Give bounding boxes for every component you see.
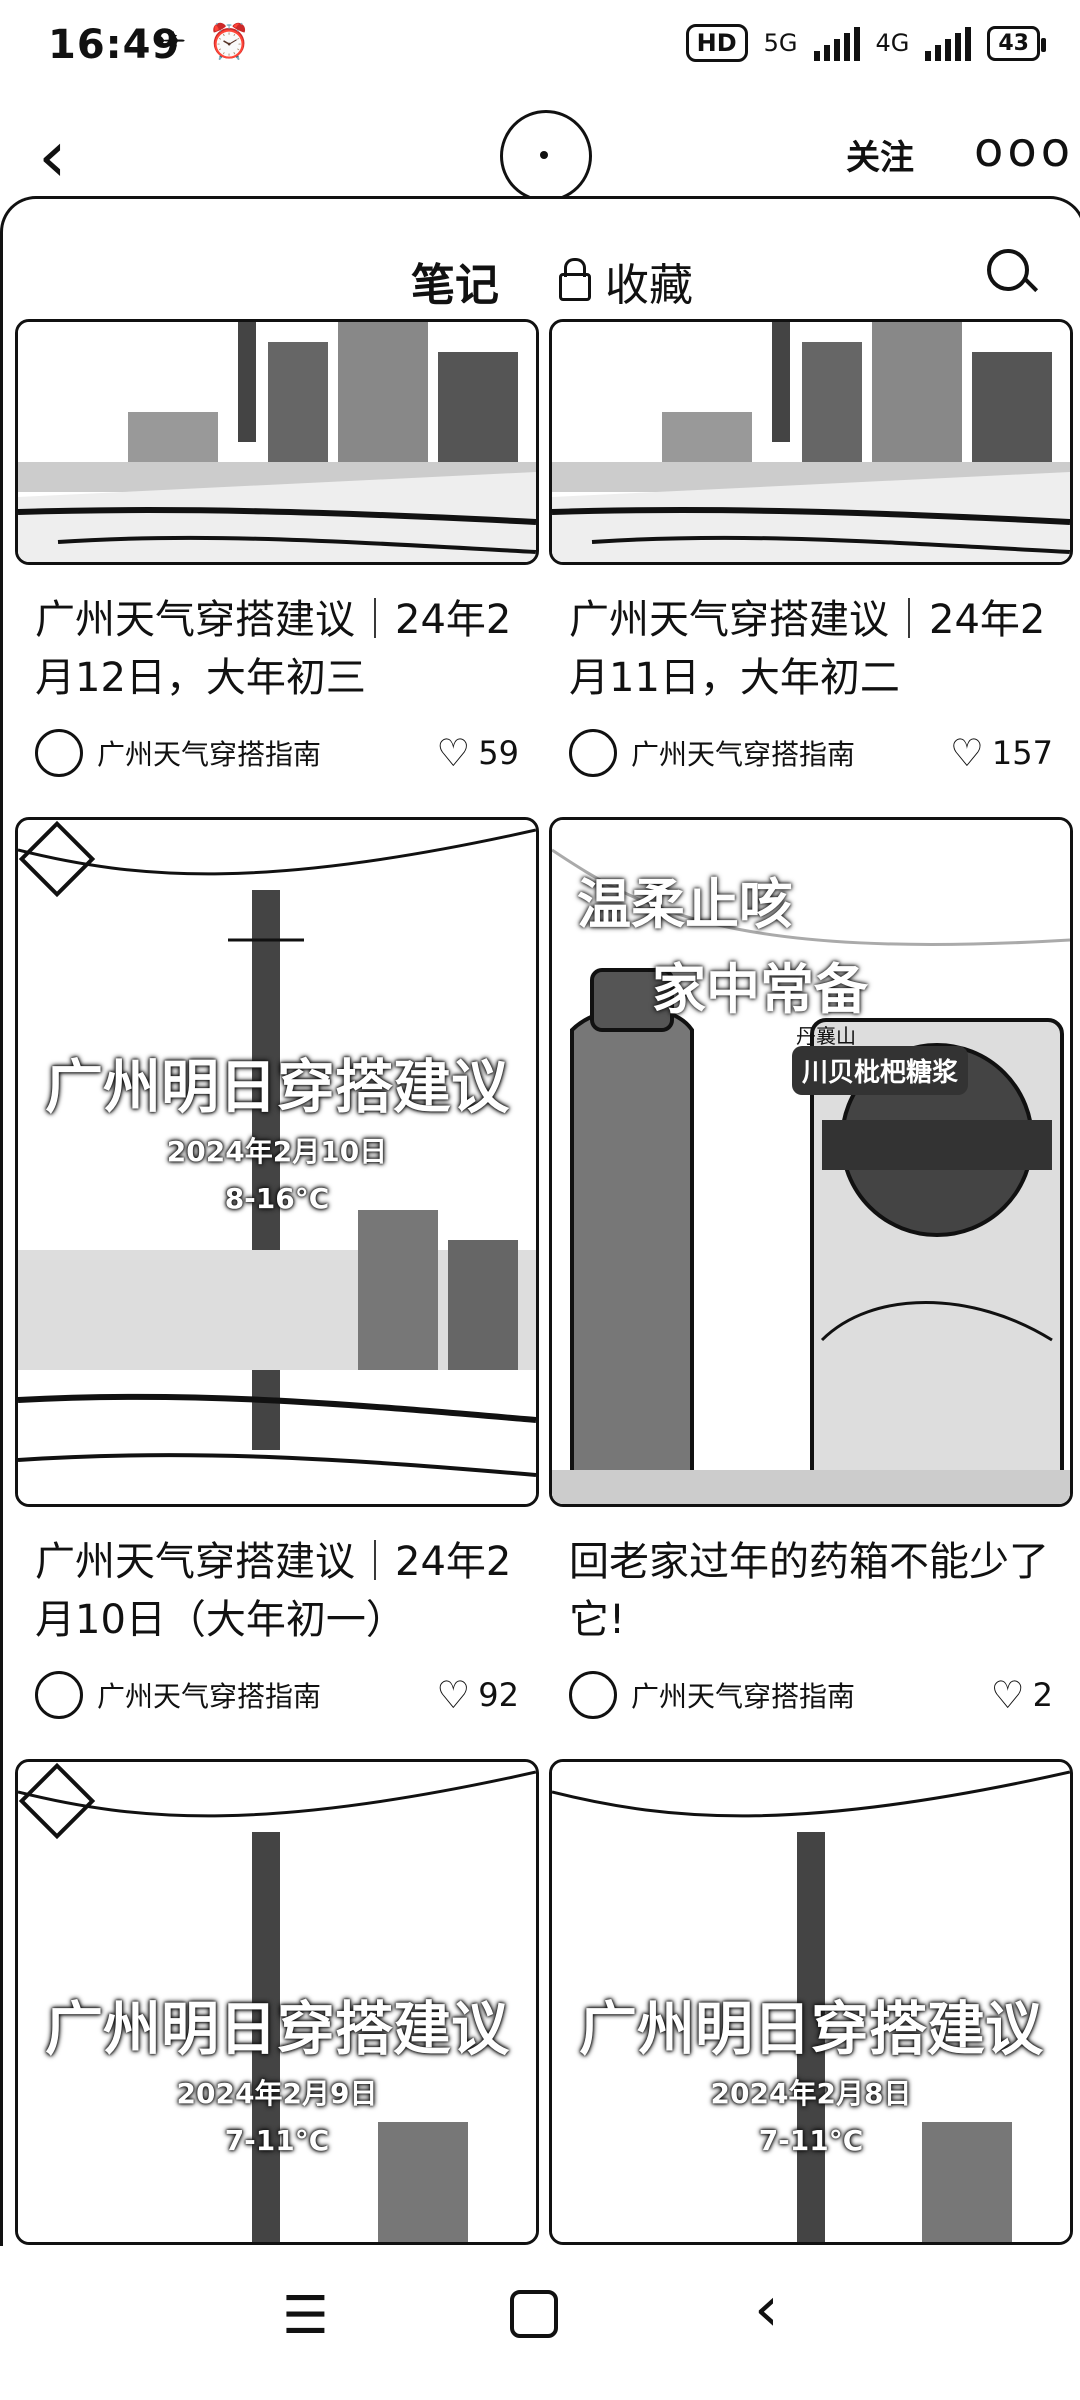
follow-button[interactable]: 关注 (846, 130, 914, 179)
tab-bar: 笔记 收藏 (3, 239, 1080, 341)
note-card[interactable]: 广州明日穿搭建议 2024年2月9日 7-11°C (15, 1759, 539, 2245)
heart-icon: ♡ (436, 731, 471, 775)
like-button[interactable]: ♡ 2 (991, 1676, 1053, 1714)
heart-icon: ♡ (436, 1673, 471, 1717)
signal-icon (813, 25, 860, 61)
ad-headline-1: 温柔止咳 (577, 873, 793, 936)
profile-avatar[interactable] (500, 110, 592, 202)
hd-badge: HD (685, 24, 748, 62)
note-image: 广州明日穿搭建议 2024年2月9日 7-11°C (15, 1759, 539, 2245)
tab-favorites[interactable]: 收藏 (559, 249, 693, 313)
note-card[interactable]: 广州明日穿搭建议 2024年2月8日 7-11°C (549, 1759, 1073, 2245)
battery-indicator: 43 (987, 25, 1046, 61)
note-card[interactable]: 广州明日穿搭建议 2024年2月10日 8-16°C 广州天气穿搭建议｜24年2… (15, 817, 539, 1719)
home-icon[interactable] (510, 2290, 558, 2338)
system-nav-bar: ☰ ‹ (0, 2246, 1080, 2400)
status-bar: 16:49 ✈ ⏰ HD 5G 4G 43 (0, 0, 1080, 100)
author-name: 广州天气穿搭指南 (97, 1680, 322, 1713)
poster-temperature: 7-11°C (224, 2124, 330, 2157)
like-button[interactable]: ♡ 59 (436, 734, 519, 772)
like-button[interactable]: ♡ 157 (950, 734, 1053, 772)
author[interactable]: 广州天气穿搭指南 (569, 729, 855, 777)
like-count: 59 (478, 734, 519, 772)
lock-icon (559, 258, 591, 301)
network-4g: 4G (875, 29, 910, 57)
author-name: 广州天气穿搭指南 (631, 1680, 856, 1713)
alarm-icon: ⏰ (208, 22, 251, 62)
note-image (549, 319, 1073, 565)
poster-temperature: 7-11°C (758, 2124, 864, 2157)
note-card[interactable]: 广州天气穿搭建议｜24年2月12日，大年初三 广州天气穿搭指南 ♡ 59 (15, 319, 539, 777)
poster-date: 2024年2月9日 (176, 2077, 378, 2110)
poster-temperature: 8-16°C (224, 1182, 330, 1215)
menu-icon[interactable]: ☰ (282, 2286, 329, 2346)
ad-product-name: 川贝枇杷糖浆 (792, 1046, 969, 1095)
ad-headline-2: 家中常备 (652, 958, 868, 1021)
author[interactable]: 广州天气穿搭指南 (35, 1671, 321, 1719)
note-title: 回老家过年的药箱不能少了它! (569, 1539, 1049, 1643)
poster-title: 广州明日穿搭建议 (44, 1995, 509, 2063)
signal-icon-2 (925, 25, 972, 61)
note-image: 广州明日穿搭建议 2024年2月10日 8-16°C (15, 817, 539, 1507)
note-meta: 广州天气穿搭指南 ♡ 92 (15, 1671, 539, 1719)
avatar-icon (569, 729, 617, 777)
search-icon[interactable] (987, 249, 1029, 291)
note-title: 广州天气穿搭建议｜24年2月11日，大年初二 (569, 597, 1046, 701)
poster-title: 广州明日穿搭建议 (578, 1995, 1043, 2063)
avatar-icon (569, 1671, 617, 1719)
author-name: 广州天气穿搭指南 (631, 738, 856, 771)
more-options-button[interactable]: ooo (974, 122, 1074, 178)
back-button[interactable]: ‹ (38, 106, 67, 206)
avatar-icon (35, 729, 83, 777)
poster-date: 2024年2月10日 (166, 1135, 388, 1168)
note-image: 温柔止咳 家中常备 丹襄山 川贝枇杷糖浆 (549, 817, 1073, 1507)
like-button[interactable]: ♡ 92 (436, 1676, 519, 1714)
author[interactable]: 广州天气穿搭指南 (35, 729, 321, 777)
note-card[interactable]: 广州天气穿搭建议｜24年2月11日，大年初二 广州天气穿搭指南 ♡ 157 (549, 319, 1073, 777)
note-title: 广州天气穿搭建议｜24年2月12日，大年初三 (35, 597, 512, 701)
author-name: 广州天气穿搭指南 (97, 738, 322, 771)
back-icon[interactable]: ‹ (754, 2272, 779, 2345)
tab-notes[interactable]: 笔记 (411, 249, 499, 313)
like-count: 92 (478, 1676, 519, 1714)
author[interactable]: 广州天气穿搭指南 (569, 1671, 855, 1719)
poster-title: 广州明日穿搭建议 (44, 1053, 509, 1121)
avatar-icon (35, 1671, 83, 1719)
tab-favorites-label: 收藏 (605, 260, 693, 311)
note-image: 广州明日穿搭建议 2024年2月8日 7-11°C (549, 1759, 1073, 2245)
content-panel: 笔记 收藏 广州天气穿搭建议｜24年2月12日，大年初三 广州天气穿搭指南 ♡ … (0, 196, 1080, 2249)
poster-date: 2024年2月8日 (710, 2077, 912, 2110)
like-count: 157 (991, 734, 1053, 772)
note-card[interactable]: 温柔止咳 家中常备 丹襄山 川贝枇杷糖浆 回老家过年的药箱不能少了它! 广州天气… (549, 817, 1073, 1719)
heart-icon: ♡ (949, 731, 984, 775)
note-title: 广州天气穿搭建议｜24年2月10日（大年初一） (35, 1539, 512, 1643)
chevron-left-icon: ‹ (38, 114, 67, 198)
note-image (15, 319, 539, 565)
status-icons: HD 5G 4G 43 (685, 24, 1046, 62)
heart-icon: ♡ (990, 1673, 1025, 1717)
like-count: 2 (1032, 1676, 1053, 1714)
ad-brand: 丹襄山 (796, 1024, 856, 1048)
note-meta: 广州天气穿搭指南 ♡ 2 (549, 1671, 1073, 1719)
network-5g: 5G (763, 29, 798, 57)
mute-icon: ✈ (158, 22, 187, 62)
note-meta: 广州天气穿搭指南 ♡ 157 (549, 729, 1073, 777)
note-meta: 广州天气穿搭指南 ♡ 59 (15, 729, 539, 777)
